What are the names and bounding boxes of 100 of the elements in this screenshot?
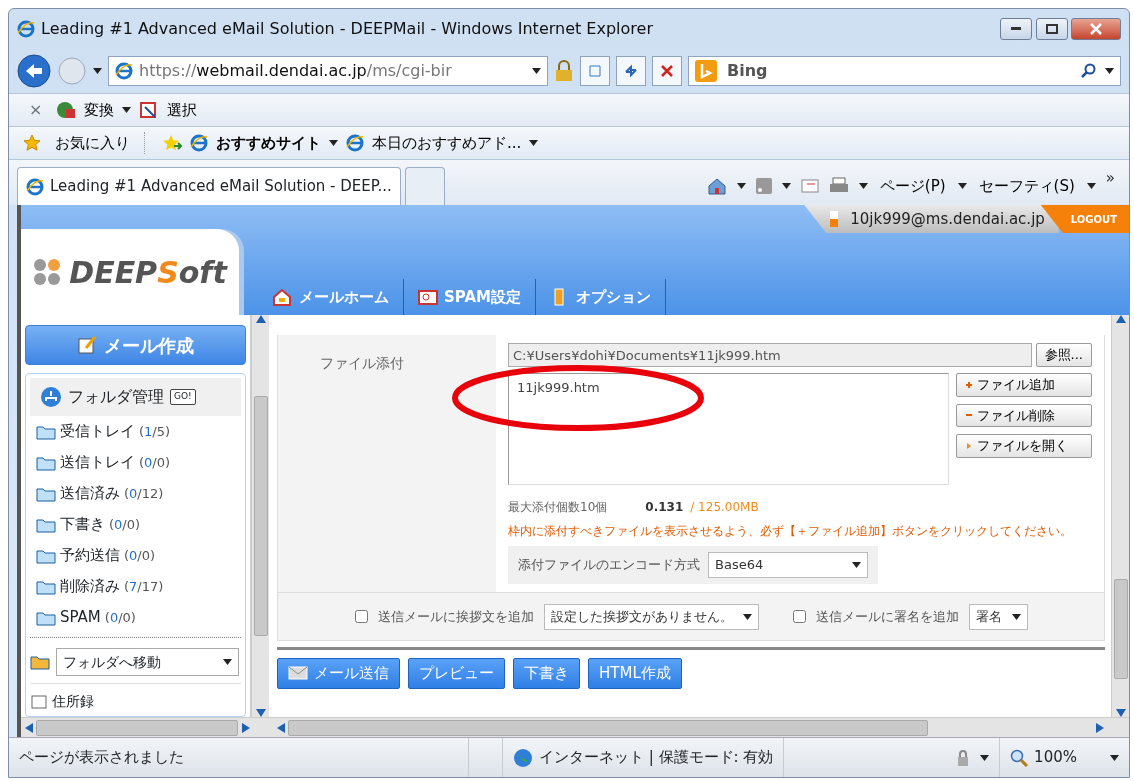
refresh-button[interactable] (616, 56, 646, 86)
bing-logo-icon (695, 60, 717, 82)
folder-count: (1/5) (139, 422, 171, 441)
more-commands-button[interactable]: » (1105, 167, 1115, 190)
greeting-select[interactable]: 設定した挨拶文がありません。 (543, 603, 759, 630)
scroll-right-icon[interactable] (1095, 722, 1104, 733)
back-button-icon[interactable] (17, 54, 51, 88)
folder-link[interactable]: 送信済み (60, 482, 120, 505)
file-item[interactable]: 11jk999.htm (517, 378, 940, 398)
caret-icon[interactable] (980, 754, 990, 761)
globe-e-icon (26, 177, 44, 196)
file-path-field[interactable]: C:¥Users¥dohi¥Documents¥11jk999.htm (508, 343, 1033, 367)
checkbox-label: 送信メールに挨拶文を追加 (377, 607, 534, 626)
checkbox[interactable] (792, 610, 806, 623)
caret-icon[interactable] (93, 68, 102, 74)
attachment-list[interactable]: 11jk999.htm (508, 373, 949, 485)
zoom-level[interactable]: 100% (1034, 746, 1077, 769)
maximize-icon (1045, 24, 1058, 34)
folder-icon (36, 423, 56, 440)
envelope-icon (288, 666, 308, 681)
scroll-right-icon[interactable] (241, 722, 250, 733)
caret-icon[interactable] (957, 183, 967, 189)
toolbar-item[interactable]: 選択 (167, 98, 198, 122)
browser-tab[interactable]: Leading #1 Advanced eMail Solution - DEEP... (17, 167, 401, 205)
print-icon[interactable] (828, 177, 849, 195)
vertical-scrollbar[interactable] (1111, 315, 1129, 717)
folder-count: (0/0) (124, 546, 156, 565)
toolbar-item[interactable]: 変換 (84, 98, 115, 122)
folder-link[interactable]: 削除済み (60, 575, 120, 598)
add-favorite-icon[interactable] (162, 134, 182, 152)
caret-icon[interactable] (329, 140, 338, 146)
maximize-button[interactable] (1035, 18, 1068, 40)
minimize-button[interactable] (1000, 18, 1032, 40)
caret-icon[interactable] (1105, 68, 1114, 74)
scroll-thumb[interactable] (253, 396, 268, 636)
attachment-label: ファイル添付 (278, 335, 496, 592)
go-button[interactable]: GO! (170, 389, 196, 405)
dropdown-icon (1011, 613, 1021, 620)
scroll-thumb[interactable] (288, 719, 928, 736)
search-box[interactable]: Bing (688, 56, 1121, 86)
globe-e-icon (17, 20, 35, 38)
scroll-thumb[interactable] (36, 719, 238, 736)
caret-icon[interactable] (781, 183, 791, 189)
stop-button[interactable] (652, 56, 682, 86)
window-title: Leading #1 Advanced eMail Solution - DEEPMail - Windows Internet Explorer (41, 18, 653, 40)
address-field[interactable]: https://webmail.dendai.ac.jp/ms/cgi-bir (108, 56, 548, 86)
notice-text: 枠内に添付すべきファイルを表示させるよう、必ず【＋ファイル追加】ボタンをクリックしてください。 (508, 523, 1073, 540)
dropdown-icon (223, 659, 232, 665)
globe-e-icon (190, 134, 208, 152)
folder-count: (0/0) (109, 515, 141, 534)
dropdown-icon (742, 613, 752, 620)
caret-icon[interactable] (532, 68, 541, 74)
globe-e-icon (346, 134, 364, 152)
folder-link[interactable]: 下書き (60, 513, 105, 536)
folder-link[interactable]: 受信トレイ (60, 420, 135, 443)
address-book-link[interactable]: 住所録 (51, 691, 94, 712)
home-icon[interactable] (706, 177, 727, 195)
checkbox-label: 送信メールに署名を追加 (815, 607, 959, 626)
favorites-link[interactable]: 本日のおすすめアド... (372, 131, 522, 155)
caret-icon[interactable] (1110, 754, 1119, 761)
toolbar-close[interactable]: × (23, 97, 49, 123)
address-book-icon (30, 693, 48, 710)
caret-icon[interactable] (1086, 183, 1096, 189)
scroll-thumb[interactable] (1113, 579, 1128, 679)
caret-icon[interactable] (529, 140, 539, 146)
folder-link[interactable]: 送信トレイ (60, 451, 135, 474)
folder-link[interactable]: SPAM (60, 606, 101, 629)
add-icon (965, 380, 973, 389)
caret-icon[interactable] (736, 183, 746, 189)
used-size: 0.131 (645, 499, 684, 516)
scroll-left-icon[interactable] (276, 722, 285, 733)
folder-link[interactable]: 予約送信 (60, 544, 120, 567)
command-menu[interactable]: ページ(P) (877, 174, 948, 198)
lock-icon (554, 60, 574, 82)
favorites-link[interactable]: おすすめサイト (216, 131, 321, 155)
scroll-left-icon[interactable] (24, 722, 33, 733)
browse-button[interactable]: 参照... (1035, 343, 1092, 367)
vertical-scrollbar[interactable] (251, 315, 269, 717)
logo-text: DEEPSoft (69, 253, 227, 292)
globe-icon (513, 747, 533, 768)
folder-count: (0/0) (139, 453, 171, 472)
file-button[interactable]: ファイルを開く (956, 434, 1092, 458)
encoding-select[interactable]: Base64 (708, 552, 868, 578)
caret-icon[interactable] (858, 183, 868, 189)
file-button[interactable]: ファイル追加 (956, 373, 1092, 397)
signature-select[interactable]: 署名 (968, 603, 1028, 630)
url-text[interactable]: https://webmail.dendai.ac.jp/ms/cgi-bir (139, 59, 452, 83)
file-button[interactable]: ファイル削除 (956, 403, 1092, 427)
close-button[interactable] (1071, 18, 1121, 40)
dropdown-icon (852, 562, 861, 568)
checkbox[interactable] (354, 610, 368, 623)
folder-icon (36, 547, 56, 564)
folder-tree-icon (40, 386, 62, 408)
command-menu[interactable]: セーフティ(S) (976, 174, 1077, 198)
search-icon[interactable] (1081, 63, 1097, 79)
caret-icon[interactable] (122, 107, 132, 113)
move-folder-select[interactable]: フォルダへ移動 (55, 648, 239, 676)
folder-icon (36, 485, 56, 502)
zoom-icon[interactable] (1010, 748, 1029, 767)
favorites-button[interactable]: お気に入り (49, 130, 136, 156)
